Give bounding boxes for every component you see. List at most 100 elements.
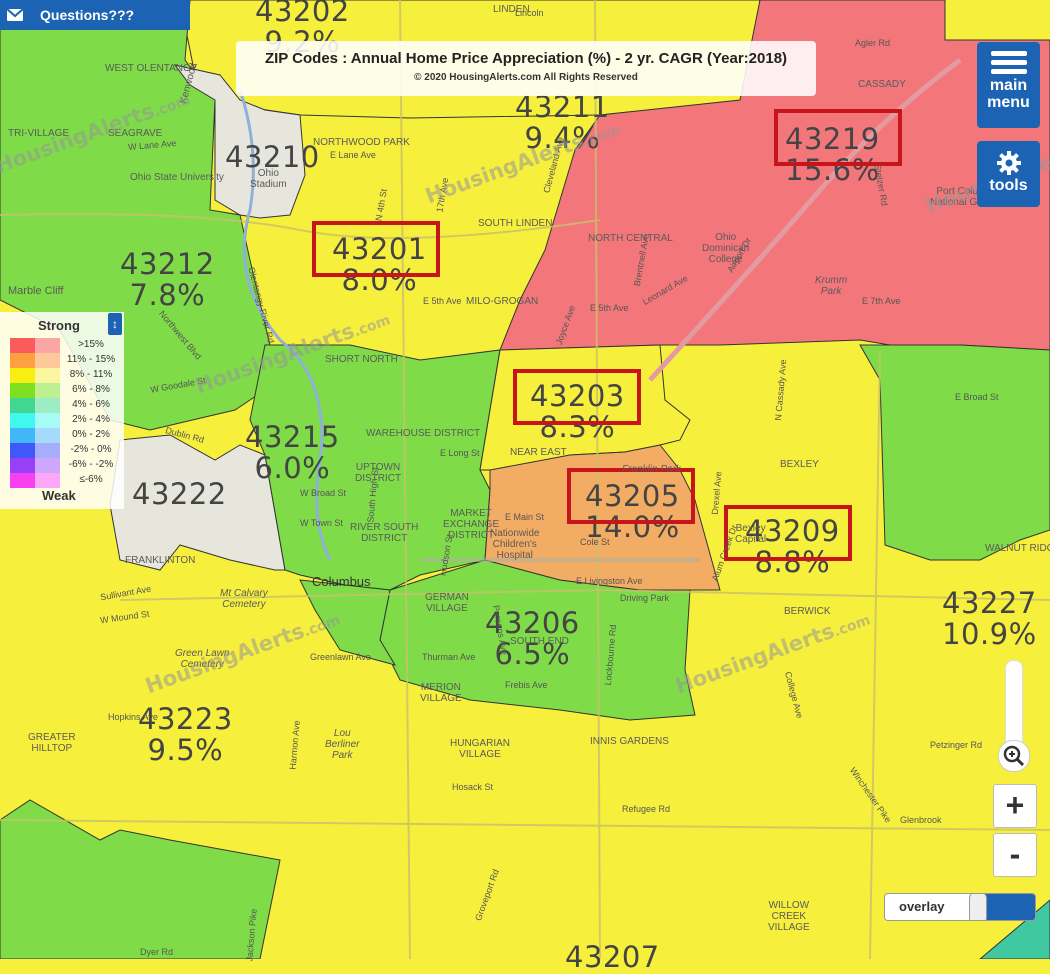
map-title-box: ZIP Codes : Annual Home Price Appreciati… (236, 41, 816, 96)
overlay-slider[interactable]: overlay (884, 893, 1036, 921)
legend-toggle-button[interactable]: ↕ (108, 313, 122, 335)
legend-range-label: 0% - 2% (72, 429, 110, 440)
place-label: Bexley Capital (735, 523, 767, 545)
street-label: Dyer Rd (140, 947, 174, 957)
zoom-in-button[interactable]: + (993, 784, 1037, 828)
street-label: Thurman Ave (422, 652, 476, 662)
zip-label-43207: 43207 (565, 940, 660, 974)
copyright-text: © 2020 HousingAlerts.com All Rights Rese… (414, 72, 638, 83)
legend-row: 4% - 6% (10, 398, 120, 413)
legend-row: -2% - 0% (10, 443, 120, 458)
street-label: Petzinger Rd (930, 740, 983, 750)
main-menu-label-1: main (989, 77, 1028, 94)
place-label: Lou Berliner Park (325, 728, 360, 761)
main-menu-button[interactable]: main menu (977, 42, 1040, 128)
street-label: E 5th Ave (590, 303, 629, 313)
place-label: Marble Cliff (8, 285, 64, 297)
place-label: RIVER SOUTH DISTRICT (350, 522, 419, 544)
place-label: MERION VILLAGE (420, 682, 462, 704)
street-label: Refugee Rd (622, 804, 671, 814)
street-label: W Broad St (300, 488, 347, 498)
legend-swatch-weak (35, 338, 60, 353)
street-label: Hosack St (452, 782, 494, 792)
gear-icon (996, 150, 1022, 176)
place-label: GERMAN VILLAGE (425, 592, 469, 614)
place-label: HUNGARIAN VILLAGE (450, 738, 511, 760)
legend-range-label: 11% - 15% (66, 354, 116, 365)
legend-range-label: -2% - 0% (70, 444, 112, 455)
place-label: NEAR EAST (510, 447, 567, 458)
street-label: Hopkins Ave (108, 712, 158, 722)
highlight-box-43201 (312, 221, 440, 277)
legend-swatch-strong (10, 338, 35, 353)
street-label: E 7th Ave (862, 296, 901, 306)
zoom-out-button[interactable]: - (993, 833, 1037, 877)
place-label: Mt Calvary Cemetery (220, 588, 268, 610)
street-label: E Livingston Ave (576, 576, 643, 586)
legend-row: 8% - 11% (10, 368, 120, 383)
hamburger-icon (990, 51, 1027, 74)
place-label: BEXLEY (780, 459, 819, 470)
highlight-box-43203 (513, 369, 641, 425)
legend-swatch-strong (10, 368, 35, 383)
overlay-label: overlay (899, 899, 945, 914)
place-label: WEST OLENTANGY (105, 63, 198, 74)
legend-row: ≤-6% (10, 473, 120, 488)
legend-swatch-strong (10, 428, 35, 443)
zip-label-43215: 43215 6.0% (245, 420, 340, 485)
legend-swatch-weak (35, 368, 60, 383)
legend-row: 0% - 2% (10, 428, 120, 443)
street-label: Agler Rd (855, 38, 891, 48)
zip-label-43222: 43222 (132, 477, 227, 511)
legend-swatch-strong (10, 458, 35, 473)
place-label: GREATER HILLTOP (28, 732, 76, 754)
legend-range-label: 4% - 6% (72, 399, 110, 410)
place-label: WILLOW CREEK VILLAGE (768, 900, 810, 933)
legend-swatch-strong (10, 398, 35, 413)
street-label: Greenlawn Ave (310, 652, 371, 662)
legend-swatch-weak (35, 398, 60, 413)
place-label: INNIS GARDENS (590, 736, 669, 747)
place-label: CASSADY (858, 79, 906, 90)
place-label: SHORT NORTH (325, 354, 398, 365)
place-label: Nationwide Children's Hospital (490, 528, 540, 561)
street-label: E 5th Ave (423, 296, 462, 306)
overlay-slider-handle[interactable] (969, 894, 987, 920)
legend: Strong ↕ >15% 11% - 15% 8% - 11% 6% - 8% 4% … (0, 312, 124, 509)
tools-button[interactable]: tools (977, 141, 1040, 207)
legend-swatch-weak (35, 443, 60, 458)
legend-swatch-strong (10, 413, 35, 428)
street-label: E Long St (440, 448, 480, 458)
questions-button[interactable]: Questions??? (0, 0, 190, 30)
street-label: Driving Park (620, 593, 670, 603)
place-label: LINDEN (493, 4, 530, 15)
place-label: SOUTH END (510, 636, 569, 647)
legend-row: >15% (10, 338, 120, 353)
street-label: Frebis Ave (505, 680, 548, 690)
legend-range-label: ≤-6% (79, 474, 103, 485)
legend-strong-label: Strong (38, 318, 80, 333)
place-label: Ohio Dominican College (702, 232, 750, 265)
place-label: Ohio Stadium (250, 168, 287, 190)
legend-weak-label: Weak (42, 488, 76, 503)
highlight-box-43205 (567, 468, 695, 524)
legend-range-label: 2% - 4% (72, 414, 110, 425)
tools-label: tools (989, 177, 1028, 194)
place-label: Franklin Park (622, 464, 681, 475)
legend-swatch-weak (35, 428, 60, 443)
legend-swatch-weak (35, 473, 60, 488)
city-label: Columbus (312, 574, 371, 589)
zoom-magnifier-icon[interactable] (998, 740, 1030, 772)
questions-label: Questions??? (40, 7, 135, 23)
legend-row: 11% - 15% (10, 353, 120, 368)
street-label: Cole St (580, 537, 610, 547)
legend-swatch-strong (10, 443, 35, 458)
highlight-box-43219 (774, 109, 902, 166)
legend-row: 2% - 4% (10, 413, 120, 428)
legend-swatch-weak (35, 413, 60, 428)
legend-swatch-weak (35, 458, 60, 473)
zip-region-east-green[interactable] (859, 344, 1050, 561)
place-label: FRANKLINTON (125, 555, 196, 566)
place-label: WALNUT RIDGE (985, 543, 1050, 554)
place-label: BERWICK (784, 606, 831, 617)
